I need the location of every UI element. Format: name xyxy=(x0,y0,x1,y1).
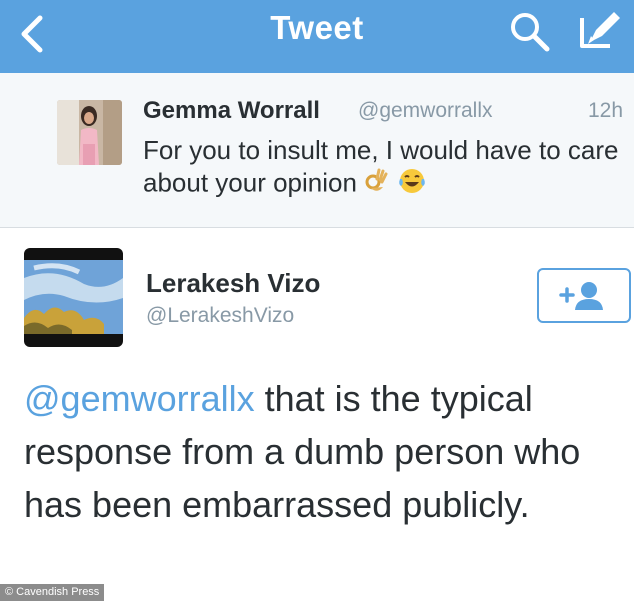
profile-photo-icon xyxy=(24,248,123,347)
author-name[interactable]: Gemma Worrall xyxy=(143,97,320,125)
ok-hand-icon xyxy=(363,167,391,202)
avatar[interactable] xyxy=(57,100,122,165)
author-handle[interactable]: @LerakeshVizo xyxy=(146,304,294,328)
profile-photo-icon xyxy=(57,100,122,165)
compose-button[interactable] xyxy=(576,6,626,56)
tears-of-joy-icon xyxy=(397,166,427,203)
tweet-text: For you to insult me, I would have to ca… xyxy=(143,135,623,203)
tweet-text: @gemworrallx that is the typical respons… xyxy=(24,372,624,531)
search-button[interactable] xyxy=(505,8,555,56)
avatar[interactable] xyxy=(24,248,123,347)
follow-button[interactable] xyxy=(537,268,631,323)
compose-icon xyxy=(580,12,620,48)
add-user-icon xyxy=(559,282,603,310)
author-name[interactable]: Lerakesh Vizo xyxy=(146,268,320,299)
parent-tweet[interactable]: Gemma Worrall @gemworrallx 12h For you t… xyxy=(0,73,634,228)
mention-link[interactable]: @gemworrallx xyxy=(24,378,255,419)
author-handle: @gemworrallx xyxy=(358,99,493,122)
navigation-bar: Tweet xyxy=(0,0,634,73)
main-tweet: Lerakesh Vizo @LerakeshVizo @gemworrallx… xyxy=(0,228,634,601)
timestamp: 12h xyxy=(588,99,624,122)
watermark: © Cavendish Press xyxy=(0,584,105,601)
search-icon xyxy=(511,13,550,52)
